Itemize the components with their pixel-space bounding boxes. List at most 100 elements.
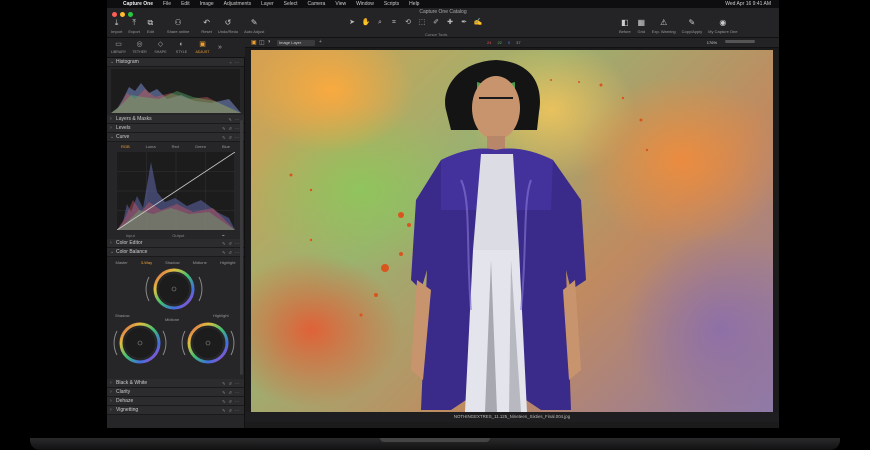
section-icons[interactable]: ✎ ↺ ⋯ [222,390,240,395]
tab-adjust[interactable]: ▣ ADJUST [193,38,212,57]
tab-master[interactable]: Master [116,260,128,265]
exposure-warning-button[interactable]: ⚠ Exp. Warning [652,18,676,34]
tab-red[interactable]: Red [172,144,179,149]
copy-apply-button[interactable]: ✎ Copy/Apply [682,18,702,34]
import-button[interactable]: ⤓ Import [111,18,122,34]
section-icons[interactable]: ✎ ↺ ⋯ [222,399,240,404]
menu-help[interactable]: Help [409,1,419,7]
menu-camera[interactable]: Camera [308,1,326,7]
zoom-slider[interactable] [725,40,755,43]
midtone-wheel[interactable] [145,268,203,310]
tab-shape[interactable]: ◇ SHAPE [151,38,170,57]
toolbar-right: ◧ Before ▦ Grid ⚠ Exp. Warning ✎ Copy/Apply … [619,18,738,34]
layer-select[interactable]: Image Layer [277,40,315,46]
copy-apply-icon: ✎ [688,18,696,27]
black-white-header[interactable]: › Black & White ✎ ↺ ⋯ [107,379,244,388]
undo-icon: ↺ [224,18,232,27]
color-editor-header[interactable]: › Color Editor ✎ ↺ ⋯ [107,239,244,248]
my-capture-one-button[interactable]: ◉ My Capture One [708,18,737,34]
menu-file[interactable]: File [163,1,171,7]
zoom-level[interactable]: 176% [707,40,717,45]
image-viewer[interactable] [251,50,773,412]
add-layer-button[interactable]: + [319,39,322,45]
menu-window[interactable]: Window [356,1,374,7]
tab-rgb[interactable]: RGB [121,144,130,149]
reset-icon: ↶ [203,18,210,27]
levels-header[interactable]: › Levels ✎ ↺ ⋯ [107,124,244,133]
before-icon: ◧ [621,18,629,27]
tab-midtone[interactable]: Midtone [193,260,207,265]
tab-3-way[interactable]: 3-Way [141,260,152,265]
zoom-tool-icon[interactable]: ⌕ [375,19,385,27]
picker-icon[interactable]: ✒ [222,233,225,238]
section-icons[interactable]: ⌁ ⋯ [229,60,240,65]
menubar-clock[interactable]: Wed Apr 16 9:41 AM [725,1,771,7]
tab-tether[interactable]: ◎ TETHER [130,38,149,57]
edit-button[interactable]: ⧉ Edit [146,18,155,34]
menu-layer[interactable]: Layer [261,1,274,7]
select-tool-icon[interactable]: ➤ [347,19,357,27]
panel-scrollbar[interactable] [240,120,243,375]
section-icons[interactable]: ✎ ↺ ⋯ [222,250,240,255]
menu-select[interactable]: Select [284,1,298,7]
tab-style[interactable]: ◐ STYLE [172,38,191,57]
viewer-layout-icon[interactable]: ▣ [251,39,257,46]
share-online-button[interactable]: ⚇ Share online [167,18,189,34]
curve-editor[interactable] [116,151,236,231]
section-icons[interactable]: ✎ ↺ ⋯ [222,126,240,131]
curve-channel-tabs: RGB Luma Red Green Blue [107,142,244,151]
dehaze-header[interactable]: › Dehaze ✎ ↺ ⋯ [107,397,244,406]
laptop: Capture One File Edit Image Adjustments … [0,0,870,450]
layers-masks-header[interactable]: › Layers & Masks ✎ ⋯ [107,115,244,124]
rotate-tool-icon[interactable]: ⟲ [403,19,413,27]
export-button[interactable]: ⤒ Export [128,18,140,34]
histogram-header[interactable]: ⌄ Histogram ⌁ ⋯ [107,58,244,67]
section-icons[interactable]: ✎ ↺ ⋯ [222,408,240,413]
tab-shadow[interactable]: Shadow [165,260,179,265]
menu-scripts[interactable]: Scripts [384,1,399,7]
color-balance-tabs: Master 3-Way Shadow Midtone Highlight [107,257,244,267]
tab-highlight[interactable]: Highlight [220,260,236,265]
screen: Capture One File Edit Image Adjustments … [107,0,779,428]
crop-tool-icon[interactable]: ⌗ [389,19,399,27]
undo-redo-button[interactable]: ↺ Undo/Redo [218,18,238,34]
tab-library[interactable]: ▭ LIBRARY [109,38,128,57]
highlight-wheel[interactable] [181,322,235,364]
tab-blue[interactable]: Blue [222,144,230,149]
section-icons[interactable]: ✎ ↺ ⋯ [222,135,240,140]
brush-tool-icon[interactable]: ✐ [431,19,441,27]
section-icons[interactable]: ✎ ↺ ⋯ [222,241,240,246]
vignetting-header[interactable]: › Vignetting ✎ ↺ ⋯ [107,406,244,415]
grid-button[interactable]: ▦ Grid [637,18,646,34]
clarity-header[interactable]: › Clarity ✎ ↺ ⋯ [107,388,244,397]
photo [289,60,649,412]
count-blue: 0 [507,40,511,45]
keystone-tool-icon[interactable]: ⬚ [417,19,427,27]
annotate-tool-icon[interactable]: ✍ [473,19,483,27]
auto-adjust-button[interactable]: ✎ Auto Adjust [244,18,264,34]
curve-io: Input Output ✒ [107,231,244,239]
pan-tool-icon[interactable]: ✋ [361,19,371,27]
menu-view[interactable]: View [335,1,346,7]
menu-image[interactable]: Image [200,1,214,7]
curve-header[interactable]: ⌄ Curve ✎ ↺ ⋯ [107,133,244,142]
mask-icon[interactable]: ◑ [267,39,271,45]
menu-edit[interactable]: Edit [181,1,190,7]
heal-tool-icon[interactable]: ✚ [445,19,455,27]
count-red: 24 [487,40,492,45]
cursor-tools: ➤ ✋ ⌕ ⌗ ⟲ ⬚ ✐ ✚ ✒ ✍ [347,19,483,27]
picker-tool-icon[interactable]: ✒ [459,19,469,27]
menu-adjustments[interactable]: Adjustments [224,1,252,7]
section-icons[interactable]: ✎ ↺ ⋯ [222,381,240,386]
color-balance-header[interactable]: ⌄ Color Balance ✎ ↺ ⋯ [107,248,244,257]
more-tabs-button[interactable]: » [214,38,226,57]
compare-icon[interactable]: ◫ [259,39,265,46]
menu-app-name[interactable]: Capture One [123,1,153,7]
reset-button[interactable]: ↶ Reset [201,18,211,34]
shadow-wheel[interactable] [113,322,167,364]
before-button[interactable]: ◧ Before [619,18,631,34]
section-icons[interactable]: ✎ ⋯ [229,117,240,122]
tab-luma[interactable]: Luma [146,144,156,149]
share-icon: ⚇ [174,18,182,27]
tab-green[interactable]: Green [195,144,206,149]
